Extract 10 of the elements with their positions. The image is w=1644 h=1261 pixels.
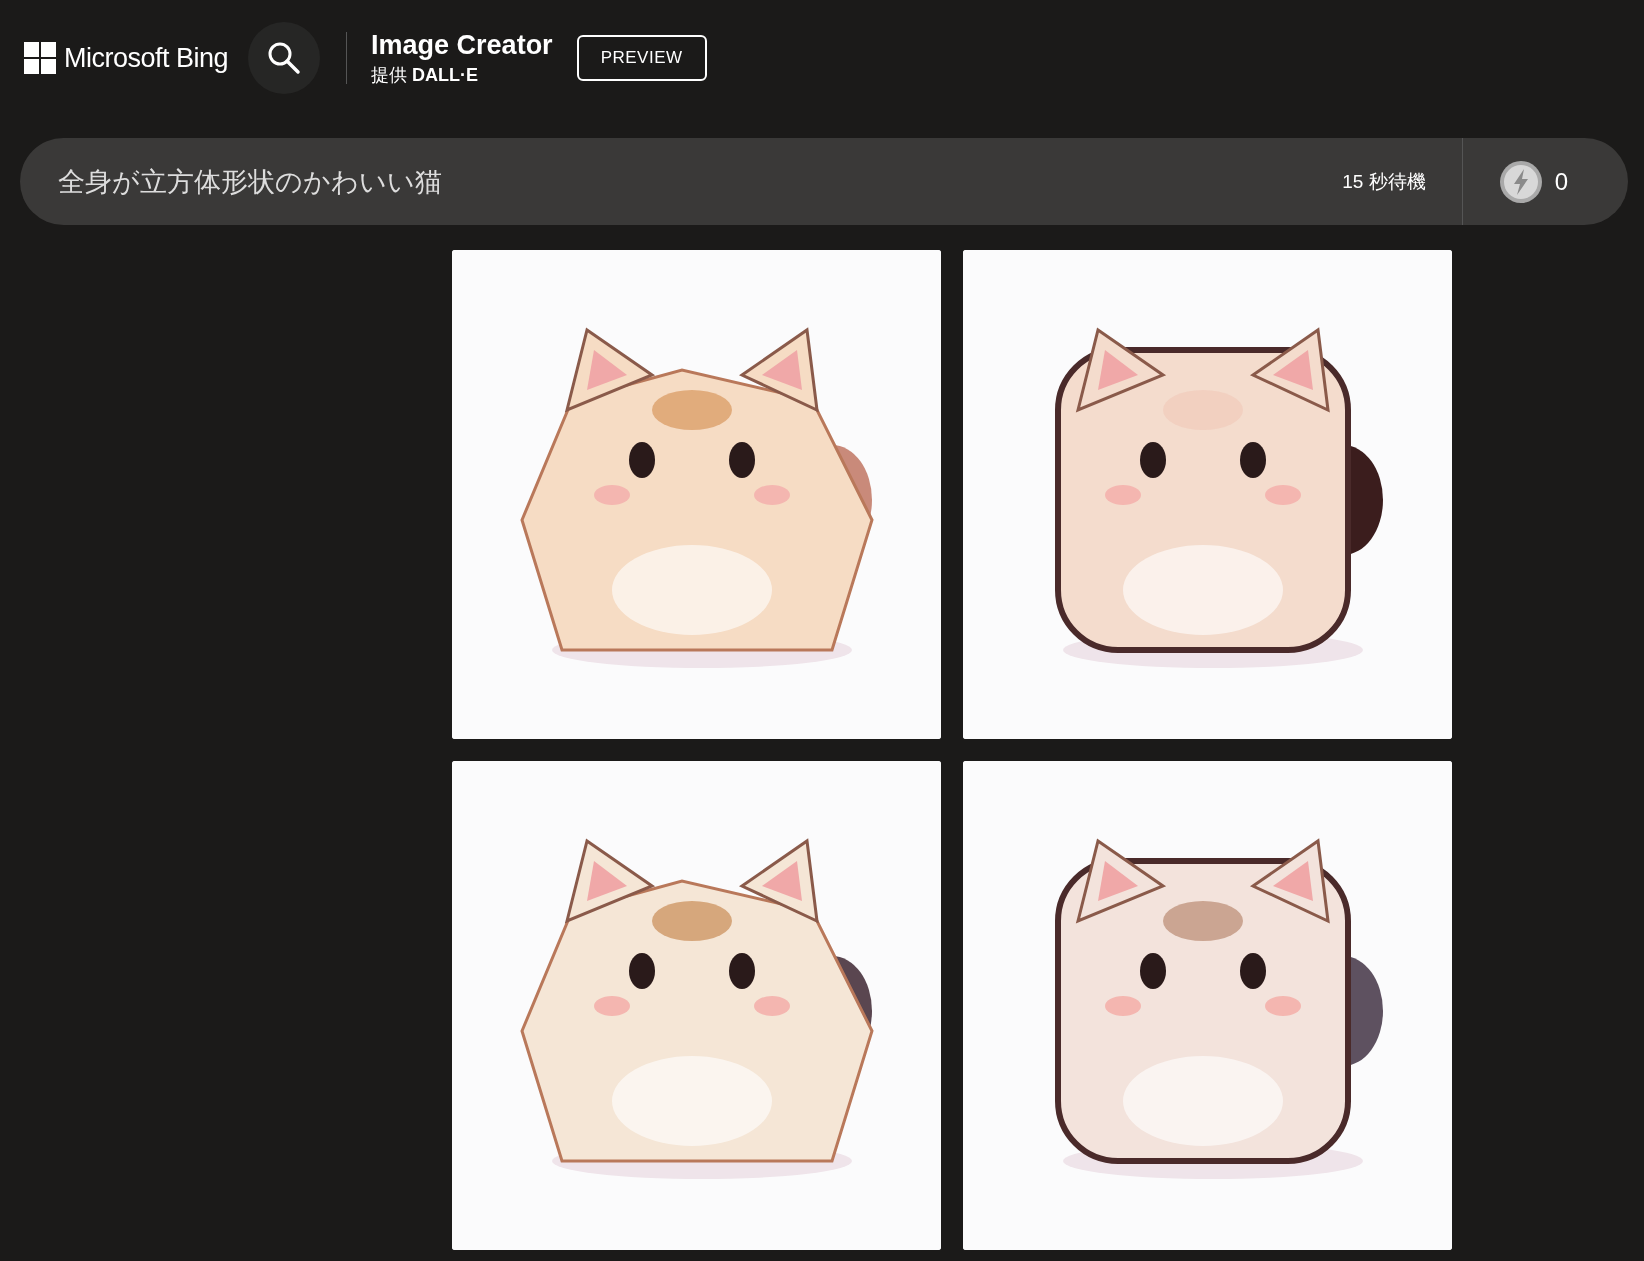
bolt-coin-icon	[1498, 159, 1543, 204]
windows-logo-icon	[24, 42, 56, 74]
product-title: Image Creator	[371, 29, 553, 61]
boost-count: 0	[1554, 167, 1568, 196]
brand-name[interactable]: Microsoft Bing	[64, 42, 229, 74]
provider-label: 提供 DALL·E	[371, 63, 480, 87]
wait-status: 15 秒待機	[1342, 169, 1426, 194]
preview-button[interactable]: PREVIEW	[576, 35, 707, 81]
prompt-field[interactable]: 全身が立方体形状のかわいい猫	[20, 138, 1343, 225]
search-icon	[267, 41, 302, 75]
